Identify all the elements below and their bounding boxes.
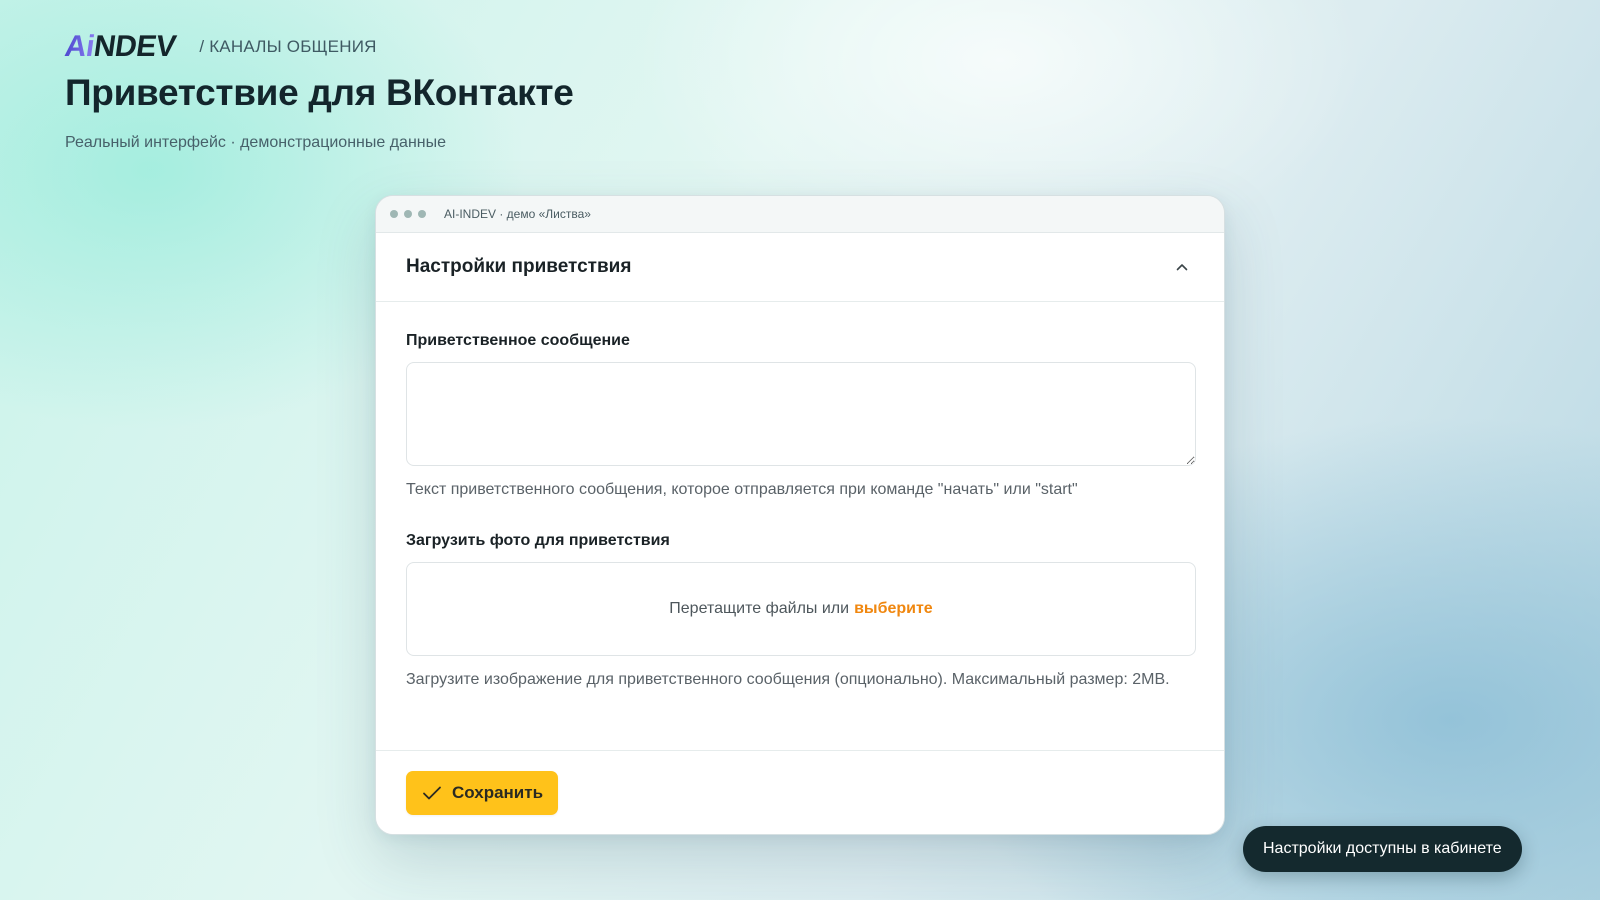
window-title: AI-INDEV · демо «Листва» [444,207,591,221]
photo-hint: Загрузите изображение для приветственног… [406,671,1170,688]
brand-row: Ai NDEV / КАНАЛЫ ОБЩЕНИЯ [62,30,574,63]
greeting-message-textarea[interactable] [406,362,1196,466]
page-subtitle: Реальный интерфейс · демонстрационные да… [65,134,447,151]
photo-label: Загрузить фото для приветствия [406,532,670,549]
greeting-settings-panel: Настройки приветствия Приветственное соо… [376,233,1224,834]
window-dot-icon [390,210,398,218]
message-label: Приветственное сообщение [406,332,630,349]
demo-window: AI-INDEV · демо «Листва» Настройки приве… [375,195,1225,835]
message-field: Приветственное сообщение Текст приветств… [406,332,1196,502]
save-button-label: Сохранить [452,783,544,802]
logo-accent-text: Ai [62,30,97,63]
message-hint: Текст приветственного сообщения, которое… [406,481,1078,498]
info-toast[interactable]: Настройки доступны в кабинете [1243,826,1522,872]
panel-header[interactable]: Настройки приветствия [376,233,1224,302]
dropzone-text: Перетащите файлы или [669,600,850,617]
check-icon [422,785,442,801]
breadcrumb[interactable]: / КАНАЛЫ ОБЩЕНИЯ [199,37,376,57]
photo-dropzone[interactable]: Перетащите файлы или выберите [406,562,1196,656]
logo-main-text: NDEV [91,30,178,63]
save-button[interactable]: Сохранить [406,771,559,815]
panel-footer: Сохранить [376,750,1224,834]
window-dot-icon [418,210,426,218]
page-title: Приветствие для ВКонтакте [65,72,574,113]
choose-file-link[interactable]: выберите [854,600,933,618]
window-dots [390,210,426,218]
window-titlebar: AI-INDEV · демо «Листва» [376,196,1224,233]
page-header: Ai NDEV / КАНАЛЫ ОБЩЕНИЯ Приветствие для … [62,30,574,152]
chevron-up-icon [1176,264,1188,271]
collapse-button[interactable] [1170,255,1194,279]
window-dot-icon [404,210,412,218]
panel-body: Приветственное сообщение Текст приветств… [376,302,1224,692]
panel-title: Настройки приветствия [406,256,632,277]
photo-field: Загрузить фото для приветствия Перетащит… [406,532,1196,692]
aindev-logo[interactable]: Ai NDEV [62,30,178,63]
toast-text: Настройки доступны в кабинете [1263,840,1502,857]
